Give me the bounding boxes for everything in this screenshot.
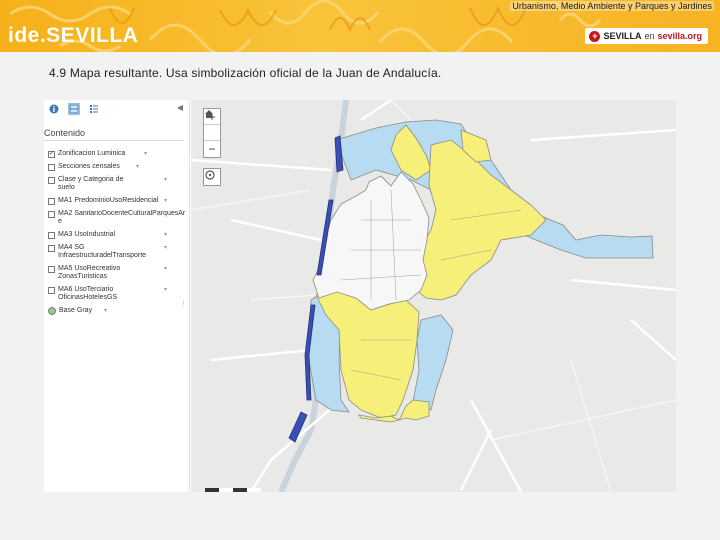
layer-label: MA2 SanitarioDocenteCulturalParquesAre (58, 210, 186, 225)
layer-label: MA5 UsoRecreativo ZonasTuristicas (58, 265, 121, 280)
layers-icon (69, 104, 79, 114)
layer-options-icon[interactable]: ▾ (164, 244, 167, 251)
layer-label: Secciones censales (58, 163, 120, 170)
layer-item[interactable]: MA1 PredominioUsoResidencial ▾ (48, 197, 188, 205)
layer-options-icon[interactable]: ▾ (136, 163, 139, 170)
map-viewer: ◀ Contenido ✓ Zonificacion Luminica ▾ Se… (44, 100, 676, 492)
layer-options-icon[interactable]: ▾ (164, 176, 167, 183)
layer-checkbox[interactable] (48, 266, 55, 273)
home-icon (205, 110, 213, 118)
layer-item[interactable]: Clase y Categoria de suelo ▾ (48, 176, 188, 192)
basemap-item[interactable]: Base Gray ▾ (48, 307, 188, 315)
layer-options-icon[interactable]: ▾ (144, 150, 147, 157)
layer-label: Clase y Categoria de suelo (58, 176, 124, 191)
layer-checkbox[interactable] (48, 164, 55, 171)
layer-list: ✓ Zonificacion Luminica ▾ Secciones cens… (48, 150, 188, 320)
site-logo[interactable]: ide.SEVILLA (8, 24, 138, 48)
zoom-control: + − (203, 108, 221, 158)
brand-word-1: SEVILLA (603, 31, 642, 41)
locate-button[interactable] (203, 168, 221, 186)
layer-label: MA4 SG InfraestructuradelTransporte (58, 244, 147, 259)
layer-label: MA1 PredominioUsoResidencial (58, 197, 159, 204)
layer-checkbox[interactable] (48, 245, 55, 252)
layer-item[interactable]: MA5 UsoRecreativo ZonasTuristicas ▾ (48, 265, 188, 281)
map-layer (191, 100, 676, 492)
department-label: Urbanismo, Medio Ambiente y Parques y Ja… (510, 1, 714, 11)
content-panel: ◀ Contenido ✓ Zonificacion Luminica ▾ Se… (44, 100, 190, 492)
layer-item[interactable]: MA4 SG InfraestructuradelTransporte ▾ (48, 244, 188, 260)
layer-options-icon[interactable]: ▾ (164, 231, 167, 238)
info-icon (49, 104, 59, 114)
layer-item[interactable]: Secciones censales ▾ (48, 163, 188, 171)
panel-tabs (48, 103, 100, 115)
resize-handle[interactable]: ⋮ (180, 300, 187, 308)
home-button[interactable] (204, 110, 220, 141)
scale-bar (205, 488, 261, 492)
layer-options-icon[interactable]: ▾ (164, 286, 167, 293)
panel-divider (44, 140, 184, 141)
panel-title: Contenido (44, 128, 86, 138)
layer-item[interactable]: MA3 UsoIndustrial ▾ (48, 231, 188, 239)
globe-icon (48, 307, 56, 315)
basemap-label: Base Gray (59, 307, 93, 314)
tab-info[interactable] (48, 103, 60, 115)
layer-label: Zonificacion Luminica (58, 150, 126, 157)
layer-item[interactable]: MA6 UsoTerciario OficinasHotelesGS ▾ (48, 286, 188, 302)
tab-layers[interactable] (68, 103, 80, 115)
layer-label: MA3 UsoIndustrial (58, 231, 116, 238)
header-banner: ide.SEVILLA Urbanismo, Medio Ambiente y … (0, 0, 720, 52)
city-seal-icon: + (589, 30, 601, 42)
layer-item[interactable]: ✓ Zonificacion Luminica ▾ (48, 150, 188, 158)
brand-word-3: sevilla.org (657, 31, 702, 41)
legend-list-icon (90, 105, 98, 113)
layer-item[interactable]: MA2 SanitarioDocenteCulturalParquesAre (48, 210, 188, 226)
layer-label: MA6 UsoTerciario OficinasHotelesGS (58, 286, 118, 301)
sevilla-org-link[interactable]: + SEVILLA en sevilla.org (585, 28, 708, 44)
figure-caption: 4.9 Mapa resultante. Usa simbolización o… (49, 66, 442, 80)
map-canvas[interactable]: + − (191, 100, 676, 492)
layer-checkbox[interactable]: ✓ (48, 151, 55, 158)
basemap-options-icon[interactable]: ▾ (104, 307, 107, 314)
tab-legend[interactable] (88, 103, 100, 115)
layer-checkbox[interactable] (48, 287, 55, 294)
locate-icon (205, 170, 215, 180)
layer-checkbox[interactable] (48, 198, 55, 205)
brand-word-2: en (644, 31, 655, 41)
layer-options-icon[interactable]: ▾ (164, 197, 167, 204)
layer-checkbox[interactable] (48, 211, 55, 218)
collapse-panel-icon[interactable]: ◀ (177, 103, 183, 112)
zoom-out-button[interactable]: − (204, 141, 220, 157)
layer-checkbox[interactable] (48, 177, 55, 184)
layer-checkbox[interactable] (48, 232, 55, 239)
layer-options-icon[interactable]: ▾ (164, 265, 167, 272)
